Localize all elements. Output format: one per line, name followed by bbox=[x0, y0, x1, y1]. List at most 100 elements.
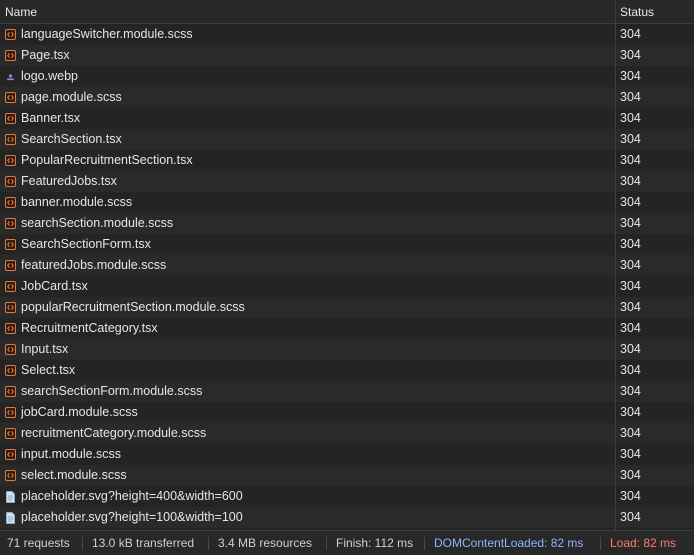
request-name: SearchSection.tsx bbox=[21, 132, 122, 146]
request-name: FeaturedJobs.tsx bbox=[21, 174, 117, 188]
table-row[interactable]: input.module.scss 304 bbox=[0, 444, 694, 465]
summary-requests: 71 requests bbox=[7, 536, 70, 550]
table-row[interactable]: searchSection.module.scss 304 bbox=[0, 213, 694, 234]
table-row[interactable]: SearchSectionForm.tsx 304 bbox=[0, 234, 694, 255]
table-row[interactable]: page.module.scss 304 bbox=[0, 87, 694, 108]
request-name: languageSwitcher.module.scss bbox=[21, 27, 193, 41]
code-file-icon bbox=[5, 428, 16, 439]
request-name: searchSectionForm.module.scss bbox=[21, 384, 203, 398]
summary-resources: 3.4 MB resources bbox=[218, 536, 313, 550]
request-list: languageSwitcher.module.scss 304 Page.tsx 3… bbox=[0, 24, 694, 528]
table-row[interactable]: popularRecruitmentSection.module.scss 304 bbox=[0, 297, 694, 318]
request-status: 304 bbox=[620, 153, 641, 167]
document-file-icon bbox=[5, 512, 16, 524]
table-row[interactable]: JobCard.tsx 304 bbox=[0, 276, 694, 297]
table-row[interactable]: languageSwitcher.module.scss 304 bbox=[0, 24, 694, 45]
summary-domcontentloaded: DOMContentLoaded: 82 ms bbox=[434, 536, 584, 550]
request-name: jobCard.module.scss bbox=[21, 405, 138, 419]
request-name: select.module.scss bbox=[21, 468, 127, 482]
column-header-name[interactable]: Name bbox=[5, 0, 605, 23]
table-row[interactable]: recruitmentCategory.module.scss 304 bbox=[0, 423, 694, 444]
request-name: featuredJobs.module.scss bbox=[21, 258, 167, 272]
image-file-icon bbox=[5, 71, 16, 82]
request-status: 304 bbox=[620, 237, 641, 251]
request-status: 304 bbox=[620, 405, 641, 419]
summary-separator bbox=[600, 537, 601, 550]
table-row[interactable]: placeholder.svg?height=100&width=100 304 bbox=[0, 507, 694, 528]
code-file-icon bbox=[5, 92, 16, 103]
summary-separator bbox=[326, 537, 327, 550]
summary-load: Load: 82 ms bbox=[610, 536, 677, 550]
table-row[interactable]: featuredJobs.module.scss 304 bbox=[0, 255, 694, 276]
table-row[interactable]: banner.module.scss 304 bbox=[0, 192, 694, 213]
request-name: PopularRecruitmentSection.tsx bbox=[21, 153, 193, 167]
document-file-icon bbox=[5, 491, 16, 503]
summary-separator bbox=[424, 537, 425, 550]
request-name: RecruitmentCategory.tsx bbox=[21, 321, 158, 335]
code-file-icon bbox=[5, 407, 16, 418]
table-row[interactable]: select.module.scss 304 bbox=[0, 465, 694, 486]
code-file-icon bbox=[5, 197, 16, 208]
table-row[interactable]: PopularRecruitmentSection.tsx 304 bbox=[0, 150, 694, 171]
request-status: 304 bbox=[620, 111, 641, 125]
code-file-icon bbox=[5, 239, 16, 250]
code-file-icon bbox=[5, 281, 16, 292]
summary-transferred: 13.0 kB transferred bbox=[92, 536, 195, 550]
request-status: 304 bbox=[620, 426, 641, 440]
table-row[interactable]: jobCard.module.scss 304 bbox=[0, 402, 694, 423]
request-status: 304 bbox=[620, 510, 641, 524]
table-row[interactable]: Page.tsx 304 bbox=[0, 45, 694, 66]
request-status: 304 bbox=[620, 363, 641, 377]
table-row[interactable]: placeholder.svg?height=400&width=600 304 bbox=[0, 486, 694, 507]
code-file-icon bbox=[5, 344, 16, 355]
request-name: searchSection.module.scss bbox=[21, 216, 174, 230]
table-row[interactable]: Banner.tsx 304 bbox=[0, 108, 694, 129]
request-name: SearchSectionForm.tsx bbox=[21, 237, 151, 251]
table-row[interactable]: FeaturedJobs.tsx 304 bbox=[0, 171, 694, 192]
column-header-status[interactable]: Status bbox=[620, 0, 690, 23]
request-status: 304 bbox=[620, 27, 641, 41]
request-status: 304 bbox=[620, 132, 641, 146]
request-name: placeholder.svg?height=400&width=600 bbox=[21, 489, 243, 503]
request-status: 304 bbox=[620, 279, 641, 293]
code-file-icon bbox=[5, 134, 16, 145]
request-status: 304 bbox=[620, 216, 641, 230]
code-file-icon bbox=[5, 365, 16, 376]
table-row[interactable]: searchSectionForm.module.scss 304 bbox=[0, 381, 694, 402]
summary-separator bbox=[82, 537, 83, 550]
request-name: placeholder.svg?height=100&width=100 bbox=[21, 510, 243, 524]
table-row[interactable]: SearchSection.tsx 304 bbox=[0, 129, 694, 150]
table-row[interactable]: Select.tsx 304 bbox=[0, 360, 694, 381]
request-name: Banner.tsx bbox=[21, 111, 81, 125]
code-file-icon bbox=[5, 218, 16, 229]
table-row[interactable]: Input.tsx 304 bbox=[0, 339, 694, 360]
code-file-icon bbox=[5, 155, 16, 166]
network-panel: Name Status languageSwitcher.module.scss… bbox=[0, 0, 694, 555]
code-file-icon bbox=[5, 302, 16, 313]
column-divider[interactable] bbox=[615, 0, 616, 530]
request-status: 304 bbox=[620, 468, 641, 482]
request-name: Input.tsx bbox=[21, 342, 69, 356]
request-name: logo.webp bbox=[21, 69, 78, 83]
request-status: 304 bbox=[620, 69, 641, 83]
code-file-icon bbox=[5, 176, 16, 187]
request-status: 304 bbox=[620, 300, 641, 314]
request-status: 304 bbox=[620, 258, 641, 272]
code-file-icon bbox=[5, 386, 16, 397]
request-name: page.module.scss bbox=[21, 90, 122, 104]
summary-bar: 71 requests 13.0 kB transferred 3.4 MB r… bbox=[0, 530, 694, 555]
code-file-icon bbox=[5, 29, 16, 40]
request-status: 304 bbox=[620, 321, 641, 335]
table-row[interactable]: logo.webp 304 bbox=[0, 66, 694, 87]
code-file-icon bbox=[5, 323, 16, 334]
summary-separator bbox=[208, 537, 209, 550]
request-name: banner.module.scss bbox=[21, 195, 133, 209]
request-status: 304 bbox=[620, 342, 641, 356]
request-name: recruitmentCategory.module.scss bbox=[21, 426, 207, 440]
code-file-icon bbox=[5, 260, 16, 271]
table-header: Name Status bbox=[0, 0, 694, 24]
table-row[interactable]: RecruitmentCategory.tsx 304 bbox=[0, 318, 694, 339]
request-name: popularRecruitmentSection.module.scss bbox=[21, 300, 245, 314]
request-name: Page.tsx bbox=[21, 48, 70, 62]
request-name: input.module.scss bbox=[21, 447, 122, 461]
